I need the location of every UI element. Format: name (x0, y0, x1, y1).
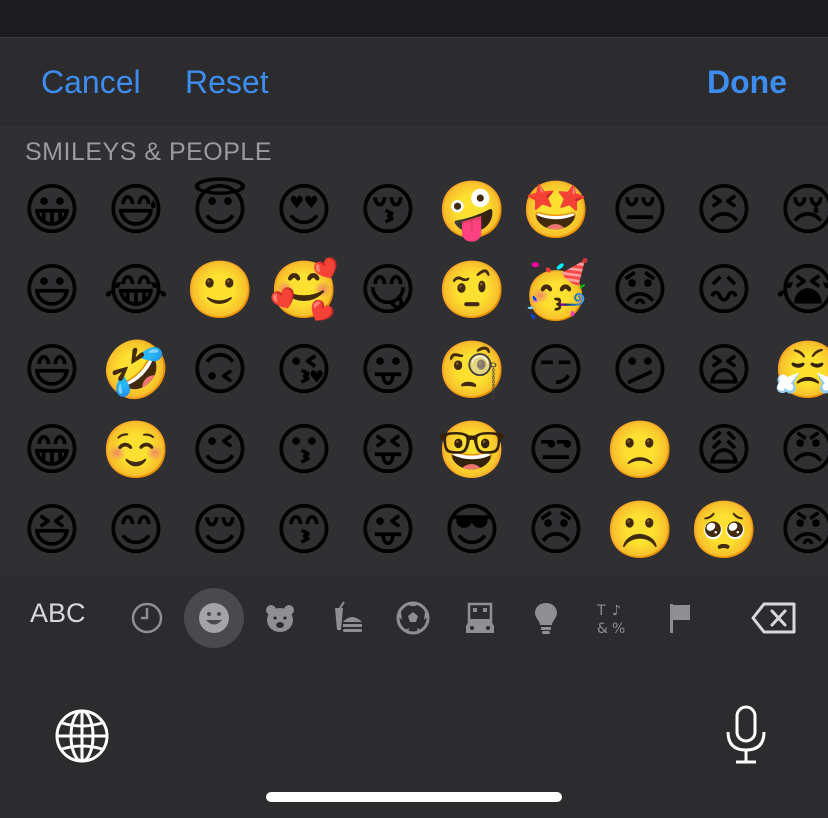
category-activity[interactable] (383, 588, 443, 648)
emoji-key[interactable]: 🤪 (430, 171, 514, 251)
clock-icon (131, 602, 163, 634)
emoji-key[interactable]: 😁 (10, 411, 94, 491)
emoji-key[interactable]: 🥰 (262, 251, 346, 331)
emoji-key[interactable]: 😅 (94, 171, 178, 251)
emoji-key[interactable]: 🥺 (682, 491, 766, 571)
emoji-key[interactable]: 😝 (346, 411, 430, 491)
emoji-key[interactable]: 😡 (766, 491, 828, 571)
emoji-key[interactable]: 😟 (598, 251, 682, 331)
category-objects[interactable] (516, 588, 576, 648)
emoji-key[interactable]: 😍 (262, 171, 346, 251)
home-indicator (266, 792, 562, 802)
emoji-key[interactable]: 😠 (766, 411, 828, 491)
emoji-key[interactable]: 😇 (178, 171, 262, 251)
toolbar: Cancel Reset Done (0, 38, 828, 126)
food-icon (335, 601, 362, 632)
delete-button[interactable] (744, 588, 804, 648)
emoji-key[interactable]: 😄 (10, 331, 94, 411)
emoji-key[interactable]: 😎 (430, 491, 514, 571)
category-animals[interactable] (250, 588, 310, 648)
lightbulb-icon (535, 603, 557, 634)
emoji-key[interactable]: 🥳 (514, 251, 598, 331)
category-food[interactable] (317, 588, 377, 648)
reset-button[interactable]: Reset (185, 62, 269, 102)
emoji-key[interactable]: 🙁 (598, 411, 682, 491)
smiley-icon (199, 603, 229, 633)
emoji-key[interactable]: 😜 (346, 491, 430, 571)
emoji-key[interactable]: 😆 (10, 491, 94, 571)
emoji-key[interactable]: 😉 (178, 411, 262, 491)
globe-icon[interactable] (54, 708, 110, 764)
emoji-key[interactable]: 😫 (682, 331, 766, 411)
emoji-key[interactable]: 😃 (10, 251, 94, 331)
symbols-icon: T ♪ & % (596, 603, 625, 636)
category-smileys[interactable] (184, 588, 244, 648)
emoji-key[interactable]: 😋 (346, 251, 430, 331)
emoji-key[interactable]: 😣 (682, 171, 766, 251)
svg-text:%: % (612, 621, 625, 636)
category-flags[interactable] (650, 588, 710, 648)
emoji-key[interactable]: 😗 (262, 411, 346, 491)
emoji-key[interactable]: 😩 (682, 411, 766, 491)
emoji-key[interactable]: 😢 (766, 171, 828, 251)
emoji-key[interactable]: 😀 (10, 171, 94, 251)
emoji-key[interactable]: 😙 (262, 491, 346, 571)
emoji-key[interactable]: ☹️ (598, 491, 682, 571)
emoji-key[interactable]: 😕 (598, 331, 682, 411)
svg-text:♪: ♪ (612, 603, 621, 619)
emoji-key[interactable]: 😛 (346, 331, 430, 411)
delete-backspace-icon (751, 602, 796, 634)
abc-button[interactable]: ABC (30, 598, 86, 629)
cancel-button[interactable]: Cancel (41, 62, 141, 102)
emoji-key[interactable]: 😚 (346, 171, 430, 251)
category-recent[interactable] (117, 588, 177, 648)
emoji-key[interactable]: 😌 (178, 491, 262, 571)
category-bar: ABC T ♪ & % (0, 576, 828, 660)
flag-icon (670, 604, 690, 633)
emoji-key[interactable]: 😤 (766, 331, 828, 411)
top-strip (0, 0, 828, 38)
buildings-car-icon (466, 602, 494, 633)
emoji-key[interactable]: 🧐 (430, 331, 514, 411)
emoji-key[interactable]: 🙃 (178, 331, 262, 411)
bear-icon (266, 605, 294, 632)
emoji-key[interactable]: 🤩 (514, 171, 598, 251)
done-button[interactable]: Done (707, 62, 787, 102)
emoji-key[interactable]: 😞 (514, 491, 598, 571)
emoji-key[interactable]: 😭 (766, 251, 828, 331)
soccer-ball-icon (396, 601, 430, 635)
bottom-area (0, 660, 828, 818)
svg-text:&: & (597, 621, 608, 636)
emoji-key[interactable]: 😂 (94, 251, 178, 331)
emoji-key[interactable]: 😏 (514, 331, 598, 411)
emoji-key[interactable]: 🤣 (94, 331, 178, 411)
emoji-key[interactable]: 😘 (262, 331, 346, 411)
microphone-icon[interactable] (722, 704, 770, 766)
emoji-key[interactable]: 😖 (682, 251, 766, 331)
emoji-key[interactable]: ☺️ (94, 411, 178, 491)
category-travel[interactable] (450, 588, 510, 648)
emoji-panel: SMILEYS & PEOPLE 😀 😅 😇 😍 😚 🤪 🤩 😔 😣 😢 😃 😂 🙂 🥰 😋 🤨 🥳 😟 😖 😭 😄 🤣 🙃… (0, 126, 828, 576)
emoji-key[interactable]: 🤨 (430, 251, 514, 331)
emoji-key[interactable]: 🙂 (178, 251, 262, 331)
emoji-key[interactable]: 😒 (514, 411, 598, 491)
emoji-key[interactable]: 😔 (598, 171, 682, 251)
emoji-grid: 😀 😅 😇 😍 😚 🤪 🤩 😔 😣 😢 😃 😂 🙂 🥰 😋 🤨 🥳 😟 😖 😭 😄 🤣 🙃 😘 😛 🧐 😏 😕 😫 😤 😁 ☺️ 😉 😗 😝 🤓 😒 🙁 😩… (0, 126, 828, 576)
emoji-key[interactable]: 🤓 (430, 411, 514, 491)
category-symbols[interactable]: T ♪ & % (583, 588, 643, 648)
emoji-key[interactable]: 😊 (94, 491, 178, 571)
svg-text:T: T (596, 603, 606, 619)
